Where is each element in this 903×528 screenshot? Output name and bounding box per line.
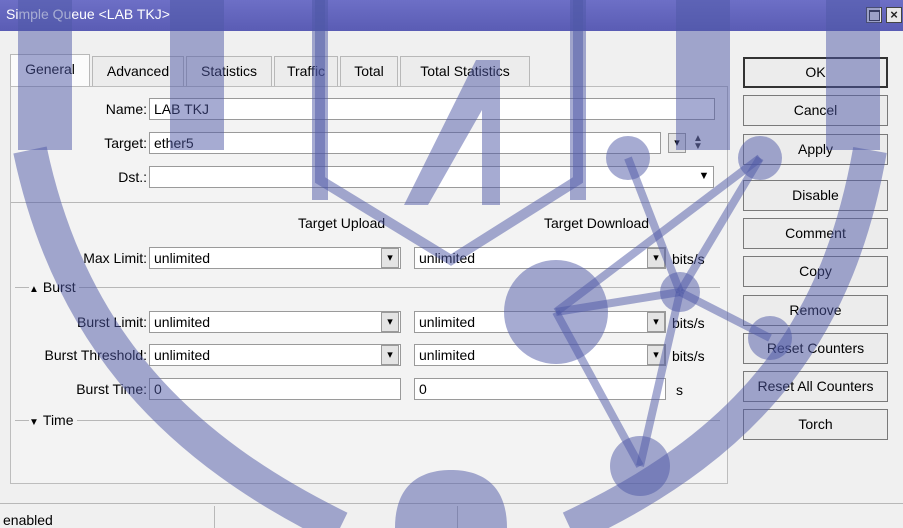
general-panel: Name: LAB TKJ Target: ether5 ▾ ▲ ▼ Dst.: … (10, 86, 729, 484)
max-limit-label: Max Limit: (83, 250, 147, 266)
cancel-button[interactable]: Cancel (743, 95, 888, 126)
burst-section-title: Burst (42, 279, 76, 295)
status-text: enabled (3, 512, 53, 528)
time-section-toggle[interactable]: ▼ Time (29, 412, 77, 428)
burst-limit-label: Burst Limit: (76, 314, 147, 330)
remove-button[interactable]: Remove (743, 295, 888, 326)
max-limit-unit: bits/s (672, 251, 705, 267)
title-bar: Simple Queue <LAB TKJ> × (0, 0, 903, 31)
burst-time-unit: s (676, 382, 683, 398)
tab-advanced[interactable]: Advanced (92, 56, 184, 86)
apply-button[interactable]: Apply (743, 134, 888, 165)
burst-limit-unit: bits/s (672, 315, 705, 331)
disable-button[interactable]: Disable (743, 180, 888, 211)
target-label: Target: (104, 135, 147, 151)
status-divider (214, 506, 215, 528)
burst-time-label: Burst Time: (76, 381, 147, 397)
reset-counters-button[interactable]: Reset Counters (743, 333, 888, 364)
close-icon[interactable]: × (886, 7, 902, 23)
burst-limit-upload-field[interactable]: unlimited (149, 311, 401, 333)
tab-general[interactable]: General (10, 54, 90, 86)
expand-icon: ▼ (29, 417, 39, 428)
burst-time-download-field[interactable]: 0 (414, 378, 666, 400)
burst-limit-upload-dropdown-icon[interactable]: ▾ (381, 312, 399, 332)
target-updown-icon[interactable]: ▲ ▼ (693, 134, 703, 152)
max-limit-download-dropdown-icon[interactable]: ▾ (647, 248, 665, 268)
burst-threshold-download-field[interactable]: unlimited (414, 344, 666, 366)
torch-button[interactable]: Torch (743, 409, 888, 440)
ok-button[interactable]: OK (743, 57, 888, 88)
tab-total-statistics[interactable]: Total Statistics (400, 56, 530, 86)
divider (11, 202, 729, 203)
burst-limit-download-dropdown-icon[interactable]: ▾ (647, 312, 665, 332)
max-limit-upload-field[interactable]: unlimited (149, 247, 401, 269)
tab-traffic[interactable]: Traffic (274, 56, 338, 86)
copy-button[interactable]: Copy (743, 256, 888, 287)
target-dropdown-icon[interactable]: ▾ (668, 133, 686, 153)
burst-limit-download-field[interactable]: unlimited (414, 311, 666, 333)
comment-button[interactable]: Comment (743, 218, 888, 249)
time-divider (15, 420, 720, 421)
max-limit-download-field[interactable]: unlimited (414, 247, 666, 269)
target-upload-header: Target Upload (298, 215, 386, 231)
target-download-header: Target Download (544, 215, 650, 231)
dst-label: Dst.: (118, 169, 147, 185)
status-bar: enabled (0, 503, 903, 528)
burst-time-upload-field[interactable]: 0 (149, 378, 401, 400)
reset-all-counters-button[interactable]: Reset All Counters (743, 371, 888, 402)
time-section-title: Time (42, 412, 74, 428)
max-limit-upload-dropdown-icon[interactable]: ▾ (381, 248, 399, 268)
burst-threshold-unit: bits/s (672, 348, 705, 364)
burst-section-toggle[interactable]: ▲ Burst (29, 279, 79, 295)
name-label: Name: (105, 101, 147, 117)
tab-total[interactable]: Total (340, 56, 398, 86)
dst-dropdown-icon[interactable]: ▼ (695, 167, 713, 187)
burst-threshold-upload-field[interactable]: unlimited (149, 344, 401, 366)
burst-threshold-upload-dropdown-icon[interactable]: ▾ (381, 345, 399, 365)
collapse-icon: ▲ (29, 284, 39, 295)
burst-divider (15, 287, 720, 288)
name-field[interactable]: LAB TKJ (149, 98, 715, 120)
target-field[interactable]: ether5 (149, 132, 661, 154)
maximize-icon[interactable] (866, 7, 882, 23)
window-title: Simple Queue <LAB TKJ> (6, 6, 170, 22)
tab-statistics[interactable]: Statistics (186, 56, 272, 86)
burst-threshold-download-dropdown-icon[interactable]: ▾ (647, 345, 665, 365)
dst-field[interactable] (149, 166, 714, 188)
burst-threshold-label: Burst Threshold: (44, 347, 147, 363)
status-divider (457, 506, 458, 528)
